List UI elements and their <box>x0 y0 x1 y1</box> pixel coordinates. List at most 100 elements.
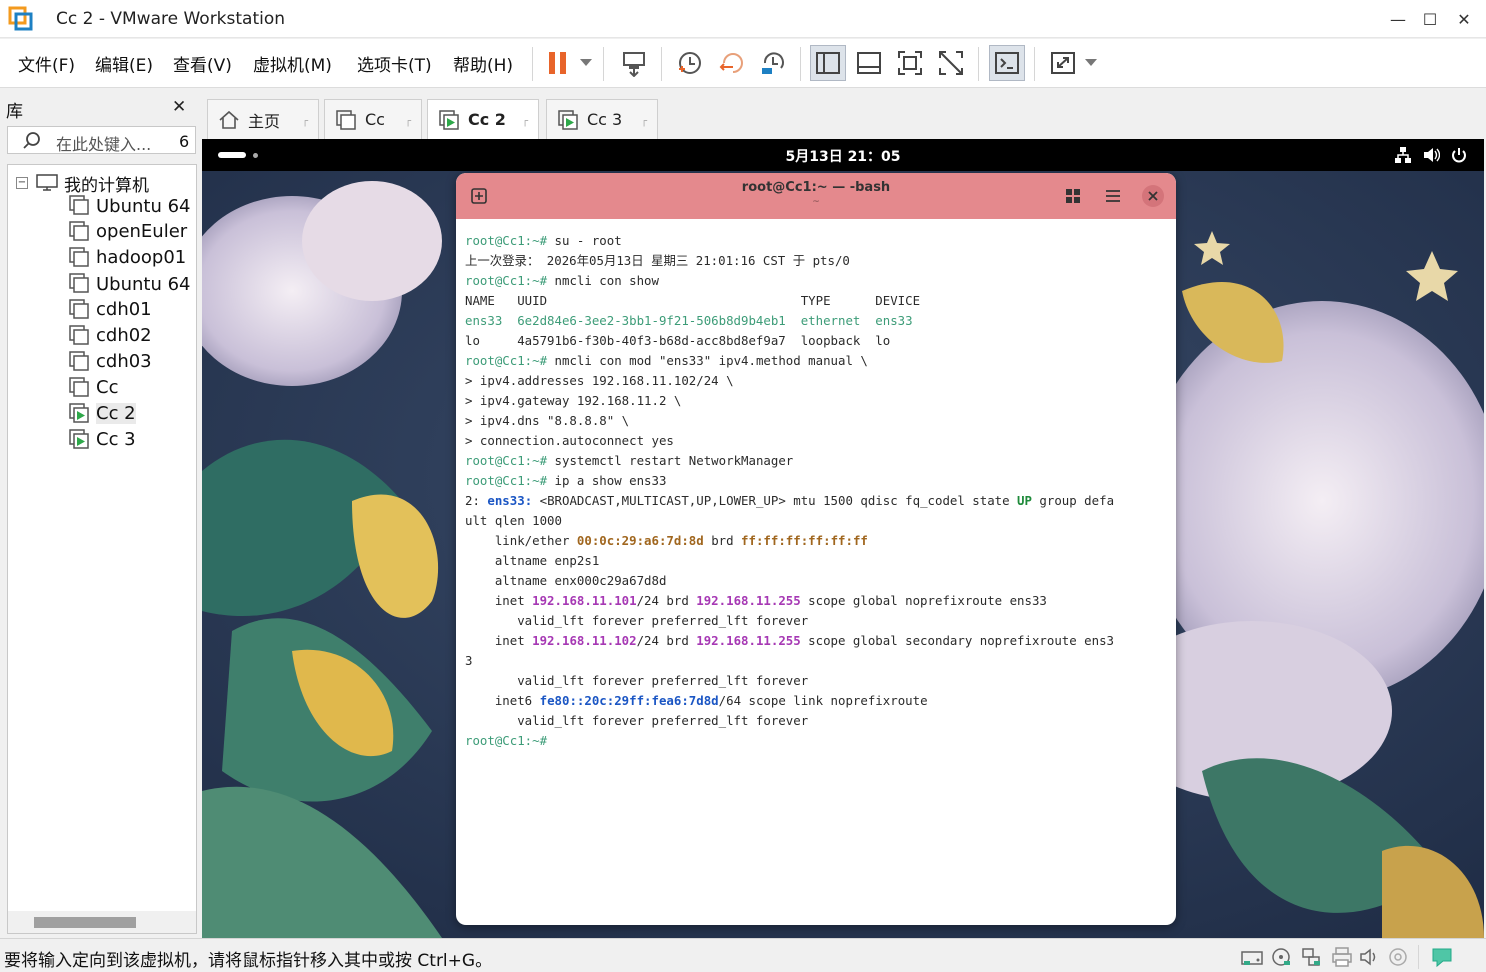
terminal-line: lo 4a5791b6-f30b-40f3-b68d-acc8bd8ef9a7 … <box>465 331 1171 351</box>
snapshot-button[interactable] <box>672 45 708 81</box>
terminal-text: ip a show ens33 <box>554 473 667 488</box>
vm-list-item[interactable]: Ubuntu 64 位 <box>68 193 196 217</box>
vm-list-item[interactable]: cdh02 <box>68 323 152 347</box>
tab-label: Cc 2 <box>468 110 506 129</box>
menu-tabs[interactable]: 选项卡(T) <box>357 51 432 76</box>
menu-vm[interactable]: 虚拟机(M) <box>253 51 332 76</box>
library-close-button[interactable]: ✕ <box>172 97 186 117</box>
terminal-text: <BROADCAST,MULTICAST,UP,LOWER_UP> mtu 15… <box>532 493 1018 508</box>
pause-button[interactable] <box>540 45 576 81</box>
snapshot-manager-button[interactable] <box>755 45 791 81</box>
fullscreen-button[interactable] <box>892 45 928 81</box>
tab-close-icon[interactable]: ┌ <box>405 116 411 127</box>
vm-name: hadoop01 <box>96 246 187 268</box>
terminal-text: UP <box>1017 493 1032 508</box>
console-view-button[interactable] <box>989 45 1025 81</box>
terminal-text: 192.168.11.255 <box>696 633 801 648</box>
revert-snapshot-button[interactable] <box>714 45 750 81</box>
shell-prompt: root@Cc1:~# <box>465 733 555 748</box>
menu-toolbar: 文件(F) 编辑(E) 查看(V) 虚拟机(M) 选项卡(T) 帮助(H) <box>0 39 1486 88</box>
tab-home[interactable]: 主页 ┌ <box>207 99 319 139</box>
console-icon <box>995 52 1019 74</box>
vm-list-item[interactable]: Cc <box>68 375 118 399</box>
vm-list-item[interactable]: hadoop01 <box>68 245 186 269</box>
vm-list-item[interactable]: cdh01 <box>68 297 152 321</box>
maximize-button[interactable]: ☐ <box>1412 0 1448 38</box>
vm-running-icon <box>69 403 89 423</box>
power-icon[interactable] <box>1450 146 1468 164</box>
thumbnail-bar-button[interactable] <box>851 45 887 81</box>
minimize-button[interactable]: — <box>1380 0 1416 38</box>
tab-cc-3[interactable]: Cc 3 ┌ <box>546 99 658 139</box>
toolbar-separator <box>532 47 533 81</box>
grid-icon <box>1066 189 1080 203</box>
send-ctrl-alt-del-button[interactable] <box>616 45 652 81</box>
scrollbar-thumb[interactable] <box>34 917 136 928</box>
vm-list-item[interactable]: openEuler <box>68 219 187 243</box>
vmware-window: Cc 2 - VMware Workstation — ☐ ✕ 文件(F) 编辑… <box>0 0 1486 972</box>
pause-dropdown-caret[interactable] <box>580 59 592 66</box>
stretch-button[interactable] <box>1045 45 1081 81</box>
network-icon[interactable] <box>1300 946 1324 968</box>
search-icon <box>23 132 40 149</box>
library-hscrollbar[interactable] <box>8 911 196 933</box>
menu-help[interactable]: 帮助(H) <box>453 51 513 76</box>
tab-cc-2[interactable]: Cc 2 ┌ <box>427 99 539 139</box>
library-panel: 库 ✕ 在此处键入... 6 − 我的计算机 Ubuntu 64 位openEu… <box>0 89 201 937</box>
tab-label: Cc 3 <box>587 110 623 129</box>
terminal-line: 上一次登录： 2026年05月13日 星期三 21:01:16 CST 于 pt… <box>465 251 1171 271</box>
message-icon[interactable] <box>1430 946 1454 968</box>
library-search-input[interactable]: 在此处键入... 6 <box>7 126 196 154</box>
vm-console[interactable]: 5月13日 21：05 root@Cc1:~ — -bash ~ root@Cc… <box>202 139 1484 938</box>
tab-overview-button[interactable] <box>1062 185 1084 207</box>
menu-edit[interactable]: 编辑(E) <box>95 51 153 76</box>
shell-prompt: root@Cc1:~# <box>465 353 555 368</box>
unity-button[interactable] <box>933 45 969 81</box>
terminal-menu-button[interactable] <box>1102 185 1124 207</box>
terminal-line: > ipv4.dns "8.8.8.8" \ <box>465 411 1171 431</box>
terminal-window[interactable]: root@Cc1:~ — -bash ~ root@Cc1:~# su - ro… <box>456 173 1176 925</box>
cdrom-icon[interactable] <box>1270 946 1294 968</box>
vm-running-icon <box>69 429 89 449</box>
terminal-text: 2: <box>465 493 488 508</box>
hamburger-menu-icon <box>1106 190 1120 202</box>
gnome-clock[interactable]: 5月13日 21：05 <box>202 146 1484 166</box>
tab-strip: 主页 ┌ Cc ┌ Cc 2 ┌ Cc 3 ┌ <box>202 89 1486 139</box>
tree-collapse-toggle[interactable]: − <box>16 177 28 189</box>
snapshot-manager-icon <box>762 52 784 74</box>
menu-file[interactable]: 文件(F) <box>18 51 75 76</box>
usb-icon[interactable] <box>1386 946 1410 968</box>
terminal-line: valid_lft forever preferred_lft forever <box>465 611 1171 631</box>
terminal-text: ens33 6e2d84e6-3ee2-3bb1-9f21-506b8d9b4e… <box>465 313 913 328</box>
shell-prompt: root@Cc1:~# <box>465 273 555 288</box>
stretch-dropdown-caret[interactable] <box>1085 59 1097 66</box>
vm-list-item[interactable]: Cc 2 <box>68 401 136 425</box>
close-button[interactable]: ✕ <box>1446 0 1482 38</box>
network-wired-icon[interactable] <box>1394 146 1412 164</box>
terminal-line: altname enp2s1 <box>465 551 1171 571</box>
vm-name: Ubuntu 64 位 <box>96 274 196 295</box>
volume-icon[interactable] <box>1422 146 1440 164</box>
vm-list-item[interactable]: Cc 3 <box>68 427 136 451</box>
terminal-line: root@Cc1:~# <box>465 731 1171 751</box>
tab-close-icon[interactable]: ┌ <box>522 116 528 127</box>
hdd-icon[interactable] <box>1240 946 1264 968</box>
terminal-output[interactable]: root@Cc1:~# su - root 上一次登录： 2026年05月13日 … <box>465 231 1171 751</box>
sound-icon[interactable] <box>1358 946 1382 968</box>
statusbar-separator <box>1418 945 1419 969</box>
terminal-close-button[interactable] <box>1142 185 1164 207</box>
terminal-text: 192.168.11.102 <box>532 633 637 648</box>
show-library-button[interactable] <box>810 45 846 81</box>
printer-icon[interactable] <box>1330 946 1354 968</box>
tab-close-icon[interactable]: ┌ <box>302 116 308 127</box>
vm-icon <box>69 247 89 267</box>
stretch-icon <box>1051 52 1075 74</box>
vm-list-item[interactable]: cdh03 <box>68 349 152 373</box>
tab-close-icon[interactable]: ┌ <box>641 116 647 127</box>
tab-cc[interactable]: Cc ┌ <box>324 99 422 139</box>
vmware-logo-icon <box>8 6 33 31</box>
vm-list-item[interactable]: Ubuntu 64 位 <box>68 271 196 295</box>
gnome-top-bar: 5月13日 21：05 <box>202 139 1484 171</box>
terminal-text: fe80::20c:29ff:fea6:7d8d <box>539 693 719 708</box>
menu-view[interactable]: 查看(V) <box>173 51 232 76</box>
